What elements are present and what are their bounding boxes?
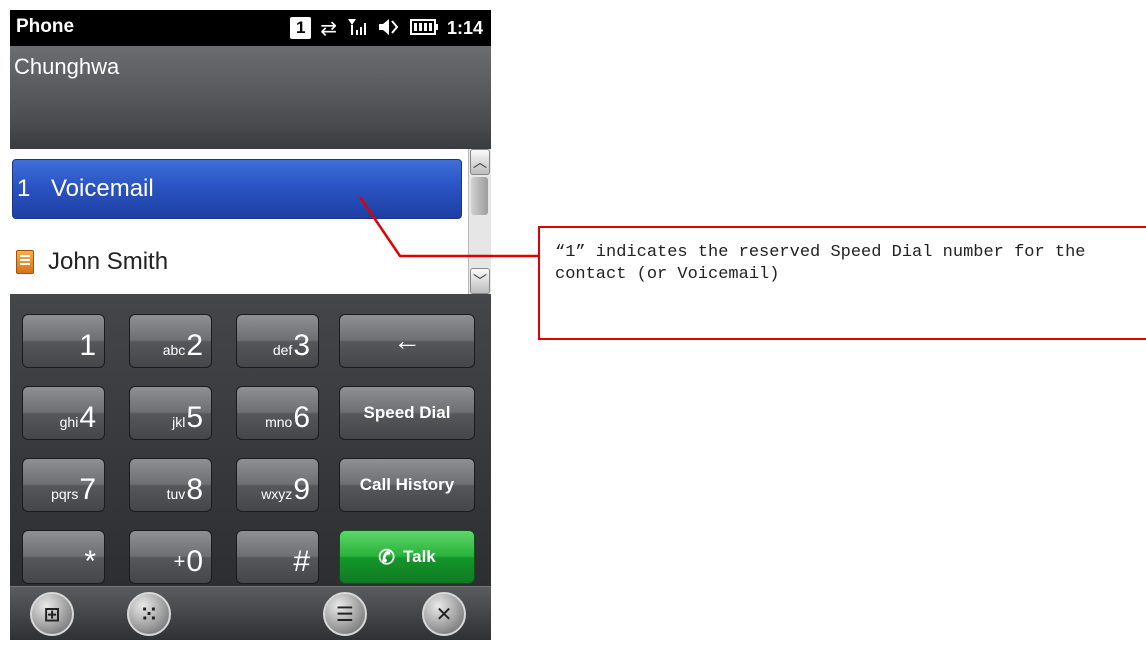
key-letters: wxyz	[261, 486, 293, 502]
speed-dial-list: 1 Voicemail John Smith ︿ ﹀	[10, 149, 491, 294]
speed-dial-label: Speed Dial	[363, 403, 451, 422]
list-item-label: Voicemail	[51, 175, 154, 202]
list-item-label: John Smith	[48, 248, 169, 275]
backspace-button[interactable]: ←	[339, 314, 475, 368]
key-letters: abc	[162, 342, 186, 358]
key-5[interactable]: jkl 5	[129, 386, 212, 440]
key-letters: def	[272, 342, 293, 358]
chevron-down-icon: ﹀	[473, 274, 487, 290]
chevron-up-icon: ︿	[473, 155, 487, 171]
sync-arrows-icon: ⇄	[320, 16, 337, 40]
key-letters: tuv	[166, 486, 186, 502]
speed-dial-number: 1	[17, 175, 31, 202]
start-button[interactable]: ⊞	[30, 592, 74, 636]
close-icon: ✕	[435, 602, 453, 626]
keypad-toggle-button[interactable]: ⁙	[127, 592, 171, 636]
key-letters: jkl	[172, 414, 186, 430]
callout-text: “1” indicates the reserved Speed Dial nu…	[555, 243, 1086, 284]
call-history-button[interactable]: Call History	[339, 458, 475, 512]
key-4[interactable]: ghi 4	[22, 386, 105, 440]
phone-screen: Phone 1 ⇄ 1:14 Chunghwa 1 Voicemail John…	[10, 10, 491, 640]
key-8[interactable]: tuv 8	[129, 458, 212, 512]
key-1[interactable]: 1	[22, 314, 105, 368]
callout-box: “1” indicates the reserved Speed Dial nu…	[538, 226, 1146, 340]
status-icons: 1 ⇄ 1:14	[290, 14, 483, 42]
key-3[interactable]: def 3	[236, 314, 319, 368]
close-button[interactable]: ✕	[422, 592, 466, 636]
status-bar: Phone 1 ⇄ 1:14	[10, 10, 491, 46]
key-digit: 8	[186, 473, 203, 506]
scroll-thumb[interactable]	[471, 177, 488, 215]
speaker-icon[interactable]	[377, 17, 401, 40]
key-2[interactable]: abc 2	[129, 314, 212, 368]
key-star[interactable]: *	[22, 530, 105, 584]
app-title: Phone	[16, 16, 75, 37]
key-digit: #	[293, 545, 310, 578]
key-letters: mno	[265, 414, 293, 430]
talk-label: Talk	[403, 547, 436, 566]
key-digit: 4	[79, 401, 96, 434]
key-digit: 3	[293, 329, 310, 362]
phone-handset-icon: ✆	[378, 546, 395, 569]
key-letters: +	[173, 551, 186, 573]
key-digit: 1	[79, 329, 96, 362]
bottom-bar: ⊞ ⁙ ☰ ✕	[10, 586, 491, 640]
key-digit: 5	[186, 401, 203, 434]
scroll-down-button[interactable]: ﹀	[470, 268, 490, 294]
operator-name: Chunghwa	[14, 54, 120, 79]
key-digit: 9	[293, 473, 310, 506]
contact-card-icon	[16, 250, 34, 274]
start-icon: ⊞	[43, 602, 61, 626]
operator-area: Chunghwa	[10, 46, 491, 149]
keypad-toggle-icon: ⁙	[140, 602, 158, 626]
dial-keypad: 1 abc 2 def 3 ← ghi 4 jkl 5 mno 6 Speed Dial …	[10, 294, 491, 586]
key-9[interactable]: wxyz 9	[236, 458, 319, 512]
sim-indicator: 1	[290, 17, 312, 39]
list-item-voicemail[interactable]: 1 Voicemail	[12, 159, 462, 219]
battery-icon	[409, 18, 438, 39]
key-digit: 2	[186, 329, 203, 362]
key-digit: 6	[293, 401, 310, 434]
menu-button[interactable]: ☰	[323, 592, 367, 636]
signal-icon	[346, 17, 368, 40]
backspace-arrow-icon: ←	[393, 325, 421, 356]
key-6[interactable]: mno 6	[236, 386, 319, 440]
key-digit: 7	[79, 473, 96, 506]
clock: 1:14	[446, 17, 483, 38]
talk-button[interactable]: ✆ Talk	[339, 530, 475, 584]
scrollbar[interactable]: ︿ ﹀	[468, 149, 491, 294]
scroll-up-button[interactable]: ︿	[470, 149, 490, 175]
speed-dial-button[interactable]: Speed Dial	[339, 386, 475, 440]
key-0[interactable]: +0	[129, 530, 212, 584]
key-hash[interactable]: #	[236, 530, 319, 584]
key-7[interactable]: pqrs 7	[22, 458, 105, 512]
call-history-label: Call History	[359, 475, 455, 494]
list-item-contact[interactable]: John Smith	[10, 233, 470, 291]
key-digit: *	[84, 545, 96, 578]
key-letters: ghi	[59, 414, 79, 430]
key-letters: pqrs	[51, 486, 79, 502]
menu-icon: ☰	[336, 602, 354, 626]
key-digit: 0	[186, 545, 203, 578]
